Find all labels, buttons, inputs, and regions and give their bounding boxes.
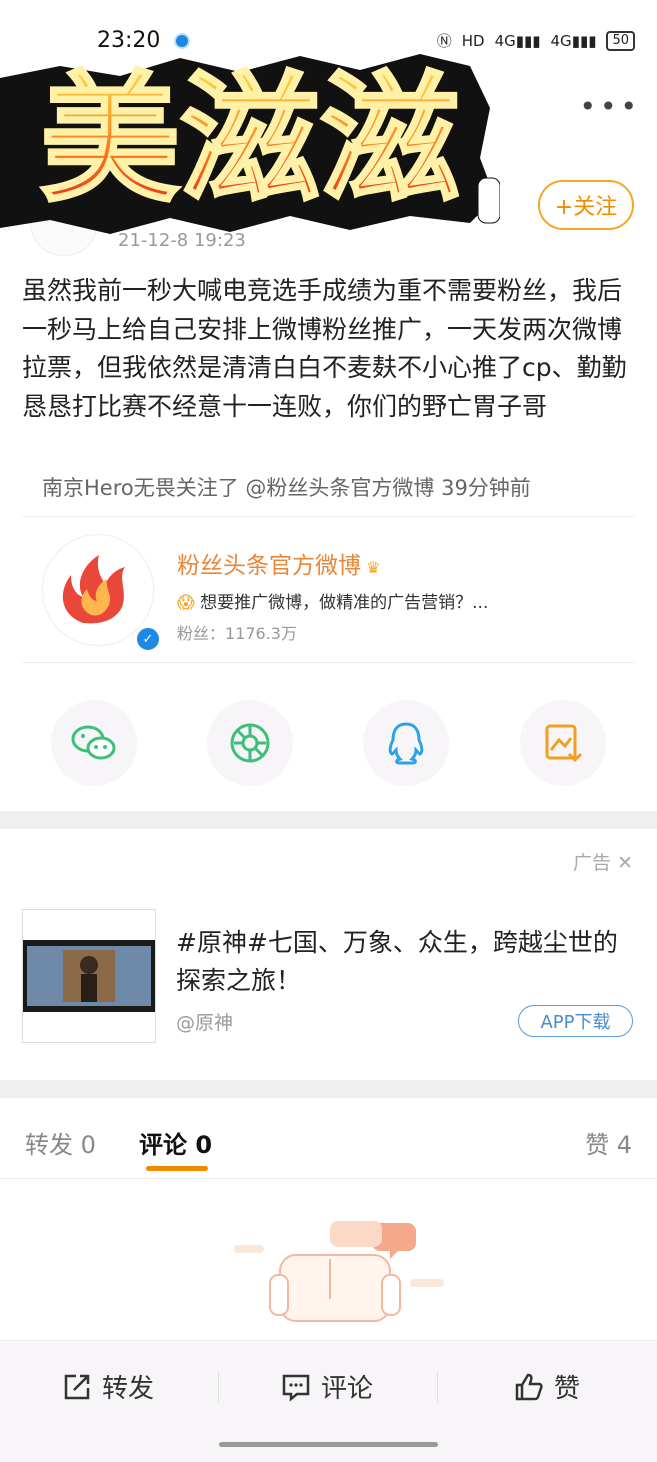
- app-download-button[interactable]: APP下载: [518, 1005, 633, 1037]
- close-icon: ✕: [617, 852, 633, 874]
- cat-paw-icon: [477, 177, 500, 224]
- save-image-button[interactable]: [520, 700, 606, 786]
- section-gap: [0, 811, 657, 829]
- fire-logo-icon: [62, 555, 125, 624]
- tab-like[interactable]: 赞 4: [585, 1125, 632, 1160]
- sticker-overlay: 美滋滋: [0, 54, 500, 234]
- moments-icon: [230, 723, 270, 763]
- share-wechat-button[interactable]: [51, 700, 137, 786]
- post-text: 虽然我前一秒大喊电竞选手成绩为重不需要粉丝，我后一秒马上给自己安排上微博粉丝推广…: [22, 276, 627, 421]
- crown-icon: ♛: [361, 558, 381, 577]
- tab-repost[interactable]: 转发 0: [25, 1125, 96, 1160]
- wechat-icon: [71, 725, 116, 760]
- battery-icon: 50: [606, 30, 635, 51]
- ad-label[interactable]: 广告 ✕: [573, 848, 633, 875]
- qq-icon: [388, 722, 424, 765]
- repost-button[interactable]: 转发: [62, 1368, 154, 1405]
- divider: [22, 516, 635, 517]
- comment-button[interactable]: 评论: [281, 1368, 373, 1405]
- sticker-text: 美滋滋: [40, 59, 460, 222]
- home-indicator[interactable]: [219, 1442, 438, 1447]
- like-label: 赞: [554, 1374, 581, 1404]
- active-tab-indicator: [146, 1166, 208, 1171]
- account-name[interactable]: 粉丝头条官方微博 ♛: [177, 546, 380, 580]
- signal-icon: 4G▮▮▮: [494, 31, 541, 50]
- account-avatar[interactable]: [42, 534, 154, 646]
- account-description: 😱 想要推广微博，做精准的广告营销？...: [177, 593, 489, 613]
- divider: [437, 1372, 438, 1402]
- ad-account[interactable]: @原神: [176, 1008, 233, 1035]
- follow-button[interactable]: +关注: [538, 180, 634, 230]
- ad-image: [23, 940, 155, 1012]
- like-button[interactable]: 赞: [514, 1368, 580, 1405]
- save-image-icon: [545, 724, 583, 763]
- comment-icon: [282, 1374, 310, 1402]
- divider: [0, 1178, 657, 1179]
- repost-label: 转发: [102, 1374, 155, 1404]
- share-qq-button[interactable]: [363, 700, 449, 786]
- more-icon[interactable]: •••: [579, 90, 641, 123]
- ad-title[interactable]: #原神#七国、万象、众生，跨越尘世的探索之旅！: [176, 924, 636, 1000]
- comment-label: 评论: [321, 1374, 374, 1404]
- empty-comments-illustration: [234, 1221, 444, 1322]
- location-dot-icon: [176, 35, 188, 47]
- thumbs-up-icon: [515, 1373, 543, 1400]
- follow-activity-note[interactable]: 南京Hero无畏关注了 @粉丝头条官方微博 39分钟前: [42, 472, 531, 502]
- signal-icon: 4G▮▮▮: [550, 31, 597, 50]
- account-fans: 粉丝：1176.3万: [177, 624, 297, 643]
- divider: [218, 1372, 219, 1402]
- share-moments-button[interactable]: [207, 700, 293, 786]
- share-icon: [64, 1374, 90, 1399]
- ad-thumbnail[interactable]: [22, 909, 156, 1043]
- verified-badge-icon: ✓: [135, 626, 161, 652]
- section-gap: [0, 1080, 657, 1098]
- divider: [22, 662, 635, 663]
- scream-emoji-icon: 😱: [177, 593, 195, 613]
- hd-icon: HD: [461, 31, 485, 50]
- tab-comment[interactable]: 评论 0: [139, 1125, 212, 1160]
